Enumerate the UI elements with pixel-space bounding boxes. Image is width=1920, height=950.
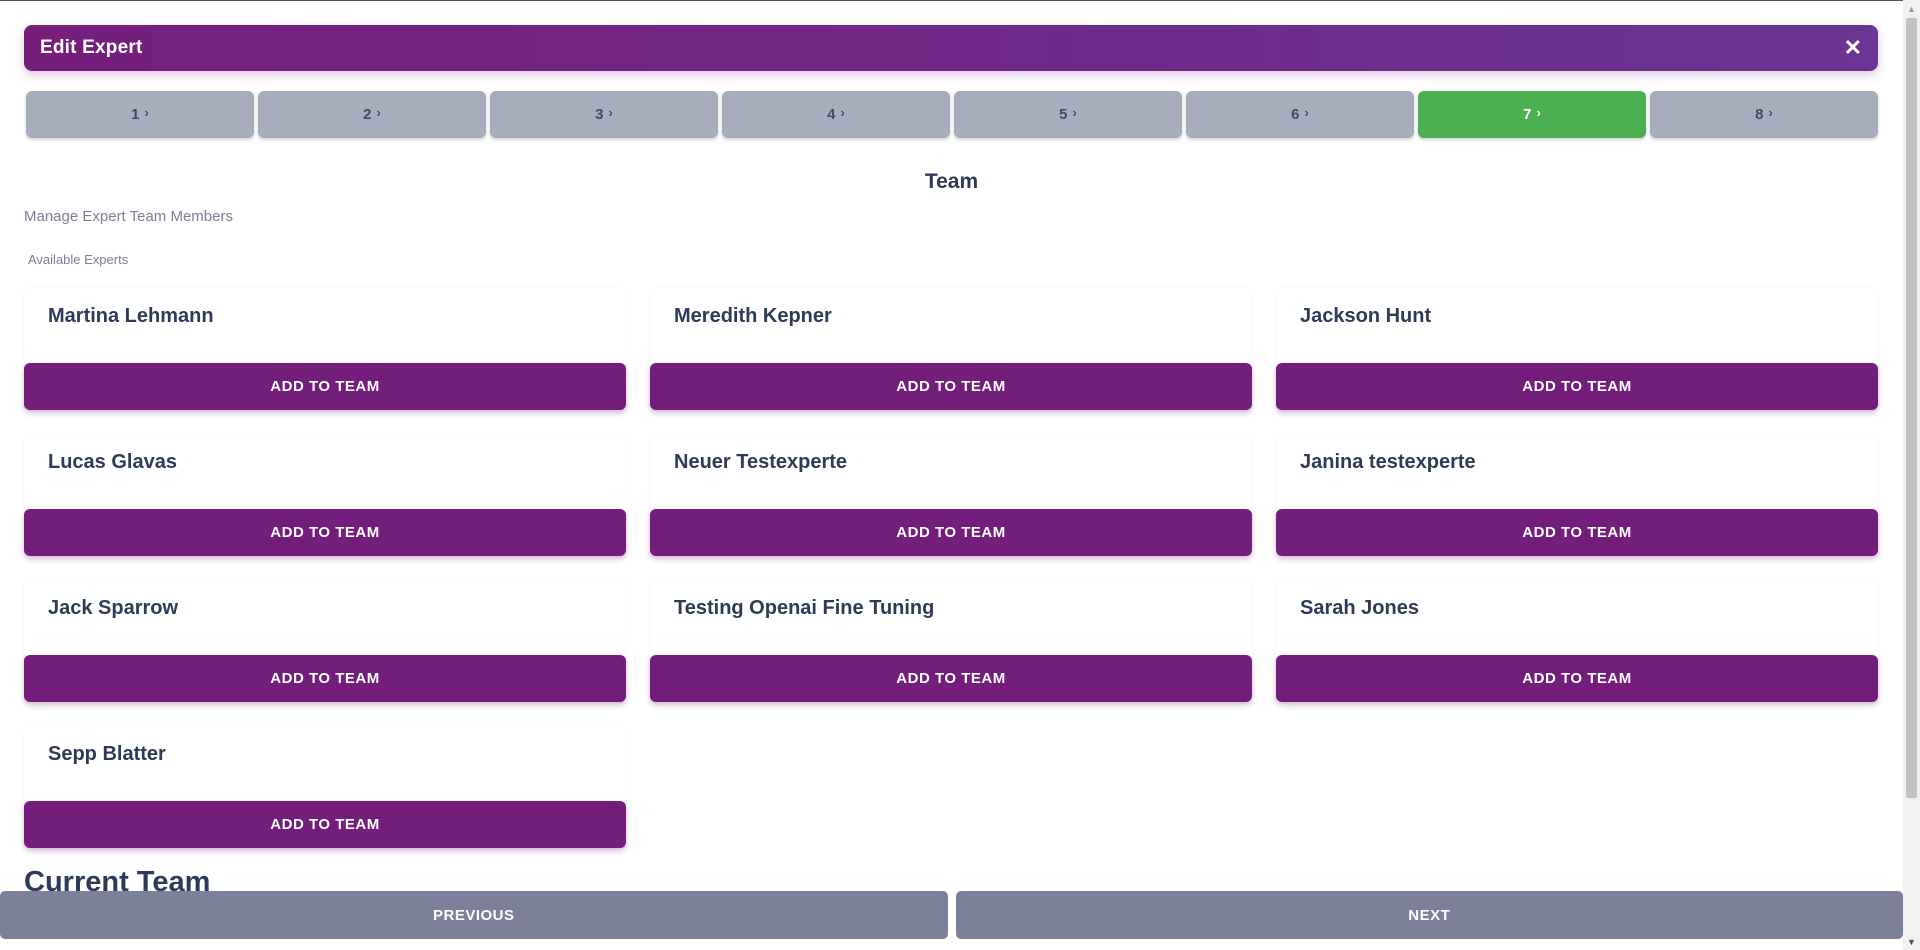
step-label: 8 <box>1755 106 1764 123</box>
add-to-team-button[interactable]: ADD TO TEAM <box>650 509 1252 556</box>
scroll-thumb[interactable] <box>1906 18 1917 798</box>
step-6[interactable]: 6 › <box>1186 91 1414 138</box>
step-label: 4 <box>827 106 836 123</box>
add-to-team-button[interactable]: ADD TO TEAM <box>1276 363 1878 410</box>
chevron-right-icon: › <box>1072 105 1077 120</box>
chevron-right-icon: › <box>144 105 149 120</box>
scroll-up-arrow-icon[interactable]: ▲ <box>1903 0 1920 17</box>
expert-card: Sepp Blatter ADD TO TEAM <box>24 726 626 848</box>
footer-nav: PREVIOUS NEXT <box>0 891 1903 939</box>
expert-name: Testing Openai Fine Tuning <box>674 597 935 619</box>
step-1[interactable]: 1 › <box>26 91 254 138</box>
step-2[interactable]: 2 › <box>258 91 486 138</box>
expert-name: Martina Lehmann <box>48 305 214 327</box>
add-to-team-button[interactable]: ADD TO TEAM <box>1276 509 1878 556</box>
expert-card: Jackson Hunt ADD TO TEAM <box>1276 288 1878 410</box>
vertical-scrollbar[interactable]: ▲ ▼ <box>1903 0 1920 950</box>
step-3[interactable]: 3 › <box>490 91 718 138</box>
chevron-right-icon: › <box>608 105 613 120</box>
expert-card: Martina Lehmann ADD TO TEAM <box>24 288 626 410</box>
expert-card: Lucas Glavas ADD TO TEAM <box>24 434 626 556</box>
modal-header: Edit Expert ✕ <box>24 25 1878 71</box>
section-title: Team <box>924 170 979 193</box>
expert-card: Neuer Testexperte ADD TO TEAM <box>650 434 1252 556</box>
expert-grid: Martina Lehmann ADD TO TEAM Meredith Kep… <box>24 288 1879 848</box>
step-label: 6 <box>1291 106 1300 123</box>
expert-name: Lucas Glavas <box>48 451 177 473</box>
chevron-right-icon: › <box>1536 105 1541 120</box>
expert-card: Testing Openai Fine Tuning ADD TO TEAM <box>650 580 1252 702</box>
expert-name: Janina testexperte <box>1300 451 1476 473</box>
add-to-team-button[interactable]: ADD TO TEAM <box>24 509 626 556</box>
expert-name: Meredith Kepner <box>674 305 832 327</box>
chevron-right-icon: › <box>840 105 845 120</box>
add-to-team-button[interactable]: ADD TO TEAM <box>24 801 626 848</box>
expert-name: Sarah Jones <box>1300 597 1419 619</box>
previous-button[interactable]: PREVIOUS <box>0 891 948 939</box>
close-icon[interactable]: ✕ <box>1844 37 1862 59</box>
step-7[interactable]: 7 › <box>1418 91 1646 138</box>
chevron-right-icon: › <box>376 105 381 120</box>
section-subtitle: Manage Expert Team Members <box>24 208 233 225</box>
scroll-down-arrow-icon[interactable]: ▼ <box>1903 933 1920 950</box>
add-to-team-button[interactable]: ADD TO TEAM <box>24 363 626 410</box>
step-label: 5 <box>1059 106 1068 123</box>
expert-name: Neuer Testexperte <box>674 451 848 473</box>
step-8[interactable]: 8 › <box>1650 91 1878 138</box>
add-to-team-button[interactable]: ADD TO TEAM <box>650 655 1252 702</box>
add-to-team-button[interactable]: ADD TO TEAM <box>1276 655 1878 702</box>
expert-card: Jack Sparrow ADD TO TEAM <box>24 580 626 702</box>
add-to-team-button[interactable]: ADD TO TEAM <box>24 655 626 702</box>
expert-name: Jack Sparrow <box>48 597 179 619</box>
step-label: 2 <box>363 106 372 123</box>
step-label: 7 <box>1523 106 1532 123</box>
step-label: 3 <box>595 106 604 123</box>
next-button[interactable]: NEXT <box>955 891 1903 939</box>
stepper: 1 › 2 › 3 › 4 › 5 › 6 › 7 › 8 › <box>26 91 1878 138</box>
expert-card: Sarah Jones ADD TO TEAM <box>1276 580 1878 702</box>
expert-card: Meredith Kepner ADD TO TEAM <box>650 288 1252 410</box>
modal-title: Edit Expert <box>40 37 143 58</box>
top-border <box>0 0 1920 1</box>
chevron-right-icon: › <box>1304 105 1309 120</box>
expert-card: Janina testexperte ADD TO TEAM <box>1276 434 1878 556</box>
chevron-right-icon: › <box>1768 105 1773 120</box>
step-5[interactable]: 5 › <box>954 91 1182 138</box>
expert-name: Sepp Blatter <box>48 743 166 765</box>
expert-name: Jackson Hunt <box>1300 305 1432 327</box>
step-label: 1 <box>131 106 140 123</box>
add-to-team-button[interactable]: ADD TO TEAM <box>650 363 1252 410</box>
step-4[interactable]: 4 › <box>722 91 950 138</box>
available-experts-label: Available Experts <box>28 252 129 267</box>
